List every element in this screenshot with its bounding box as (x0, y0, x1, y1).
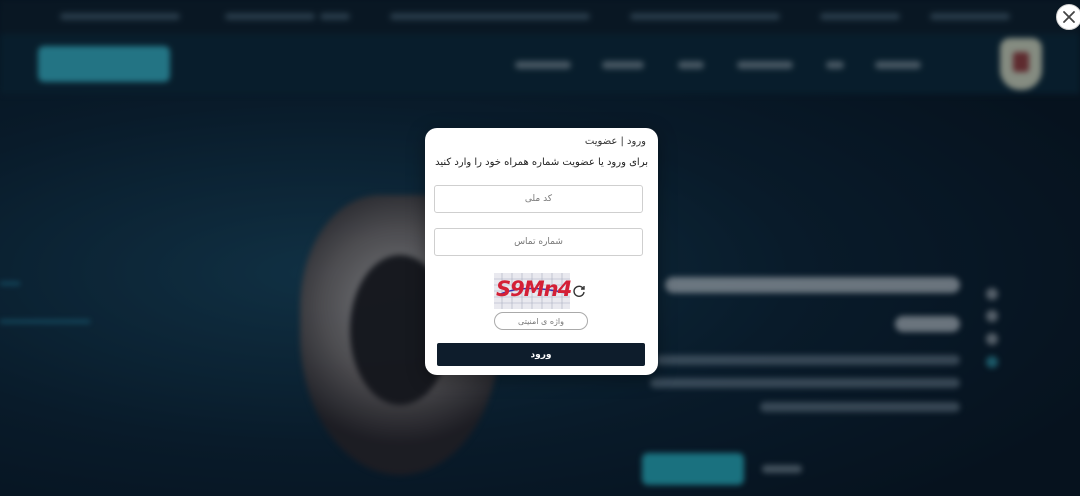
modal-title: ورود | عضویت (584, 136, 646, 147)
login-submit-button[interactable]: ورود (437, 343, 645, 366)
login-modal: ورود | عضویت برای ورود یا عضویت شماره هم… (425, 128, 658, 375)
national-code-input[interactable] (434, 185, 643, 213)
refresh-icon (573, 285, 585, 297)
close-icon (1063, 11, 1075, 23)
refresh-captcha-button[interactable] (572, 283, 586, 297)
phone-number-input[interactable] (434, 228, 643, 256)
modal-description: برای ورود یا عضویت شماره همراه خود را وا… (435, 157, 648, 168)
captcha-image: S9Mn4 (494, 273, 572, 309)
close-button[interactable] (1056, 4, 1080, 30)
captcha-text: S9Mn4 (496, 277, 572, 301)
security-word-input[interactable] (494, 312, 588, 330)
